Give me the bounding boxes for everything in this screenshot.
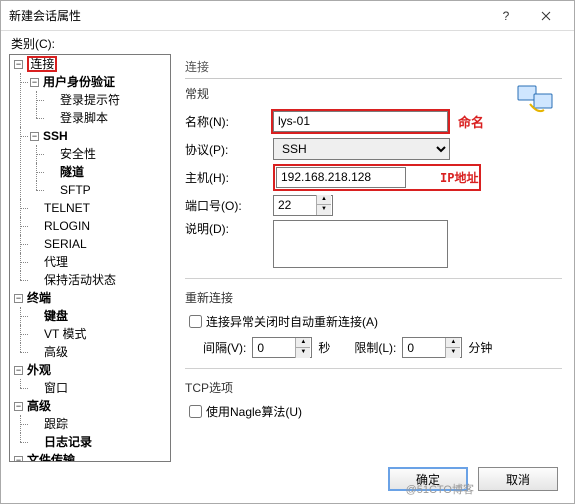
tree-node-trace[interactable]: 跟踪 [42, 417, 70, 431]
tree-node-login-script[interactable]: 登录脚本 [58, 111, 110, 125]
general-subhead: 常规 [185, 85, 562, 102]
tree-toggle-icon[interactable]: − [14, 456, 23, 462]
category-tree[interactable]: − 连接 −用户身份验证 登录提示符 登录脚本 −SSH 安全性 [9, 54, 171, 462]
tree-toggle-icon[interactable]: − [14, 60, 23, 69]
port-stepper[interactable]: ▲▼ [273, 195, 333, 216]
interval-label: 间隔(V): [203, 339, 246, 356]
tree-node-telnet[interactable]: TELNET [42, 201, 92, 215]
chevron-up-icon[interactable]: ▲ [296, 338, 310, 348]
close-button[interactable] [526, 1, 566, 31]
titlebar: 新建会话属性 ? [1, 1, 574, 31]
category-label: 类别(C): [11, 37, 55, 51]
port-label: 端口号(O): [185, 197, 273, 214]
tree-node-appearance[interactable]: 外观 [25, 363, 53, 377]
port-input[interactable] [274, 198, 316, 212]
desc-textarea[interactable] [273, 220, 448, 268]
tree-toggle-icon[interactable]: − [14, 294, 23, 303]
tree-node-login-prompt[interactable]: 登录提示符 [58, 93, 122, 107]
tree-node-logging[interactable]: 日志记录 [42, 435, 94, 449]
nagle-checkbox[interactable] [189, 405, 202, 418]
limit-stepper[interactable]: ▲▼ [402, 337, 462, 358]
minutes-label: 分钟 [468, 339, 492, 356]
name-label: 名称(N): [185, 113, 273, 130]
tree-node-ssh[interactable]: SSH [41, 129, 70, 143]
settings-panel: 连接 常规 名称(N): 命名 协议(P): SSH 主机(H): [171, 54, 574, 462]
desc-label: 说明(D): [185, 220, 273, 237]
tree-node-proxy[interactable]: 代理 [42, 255, 70, 269]
panel-heading: 连接 [185, 58, 562, 79]
tree-toggle-icon[interactable]: − [30, 78, 39, 87]
chevron-up-icon[interactable]: ▲ [317, 195, 331, 205]
close-icon [541, 11, 551, 21]
chevron-down-icon[interactable]: ▼ [317, 205, 331, 215]
name-input[interactable] [273, 111, 448, 132]
tree-node-sftp[interactable]: SFTP [58, 183, 93, 197]
chevron-down-icon[interactable]: ▼ [296, 348, 310, 358]
tree-node-window[interactable]: 窗口 [42, 381, 70, 395]
tree-node-keyboard[interactable]: 键盘 [42, 309, 70, 323]
auto-reconnect-label: 连接异常关闭时自动重新连接(A) [206, 313, 378, 330]
tree-toggle-icon[interactable]: − [30, 132, 39, 141]
interval-input[interactable] [253, 341, 295, 355]
seconds-label: 秒 [318, 339, 330, 356]
tree-node-advanced2[interactable]: 高级 [25, 399, 53, 413]
host-annotation: IP地址 [440, 169, 478, 186]
interval-stepper[interactable]: ▲▼ [252, 337, 312, 358]
watermark-text: @51CTO博客 [406, 481, 474, 497]
tree-node-keepalive[interactable]: 保持活动状态 [42, 273, 118, 287]
protocol-select[interactable]: SSH [273, 138, 450, 160]
host-input[interactable] [276, 167, 406, 188]
limit-input[interactable] [403, 341, 445, 355]
host-label: 主机(H): [185, 169, 273, 186]
cancel-button[interactable]: 取消 [478, 467, 558, 491]
window-title: 新建会话属性 [9, 7, 486, 24]
chevron-down-icon[interactable]: ▼ [446, 348, 460, 358]
tree-node-tunnel[interactable]: 隧道 [58, 165, 86, 179]
chevron-up-icon[interactable]: ▲ [446, 338, 460, 348]
nagle-label: 使用Nagle算法(U) [206, 403, 302, 420]
tree-node-security[interactable]: 安全性 [58, 147, 98, 161]
connection-icon [516, 80, 558, 116]
protocol-label: 协议(P): [185, 141, 273, 158]
tree-node-vtmode[interactable]: VT 模式 [42, 327, 88, 341]
tree-toggle-icon[interactable]: − [14, 366, 23, 375]
tree-toggle-icon[interactable]: − [14, 402, 23, 411]
tree-node-auth[interactable]: 用户身份验证 [41, 75, 117, 89]
reconnect-subhead: 重新连接 [185, 289, 562, 306]
auto-reconnect-checkbox[interactable] [189, 315, 202, 328]
tree-node-rlogin[interactable]: RLOGIN [42, 219, 92, 233]
tree-node-serial[interactable]: SERIAL [42, 237, 89, 251]
tree-node-filexfer[interactable]: 文件传输 [25, 453, 77, 462]
tree-node-connection[interactable]: 连接 [28, 57, 56, 71]
help-button[interactable]: ? [486, 1, 526, 31]
tree-node-advanced[interactable]: 高级 [42, 345, 70, 359]
limit-label: 限制(L): [354, 339, 396, 356]
tree-node-terminal[interactable]: 终端 [25, 291, 53, 305]
tcp-subhead: TCP选项 [185, 379, 562, 396]
name-annotation: 命名 [458, 112, 484, 131]
